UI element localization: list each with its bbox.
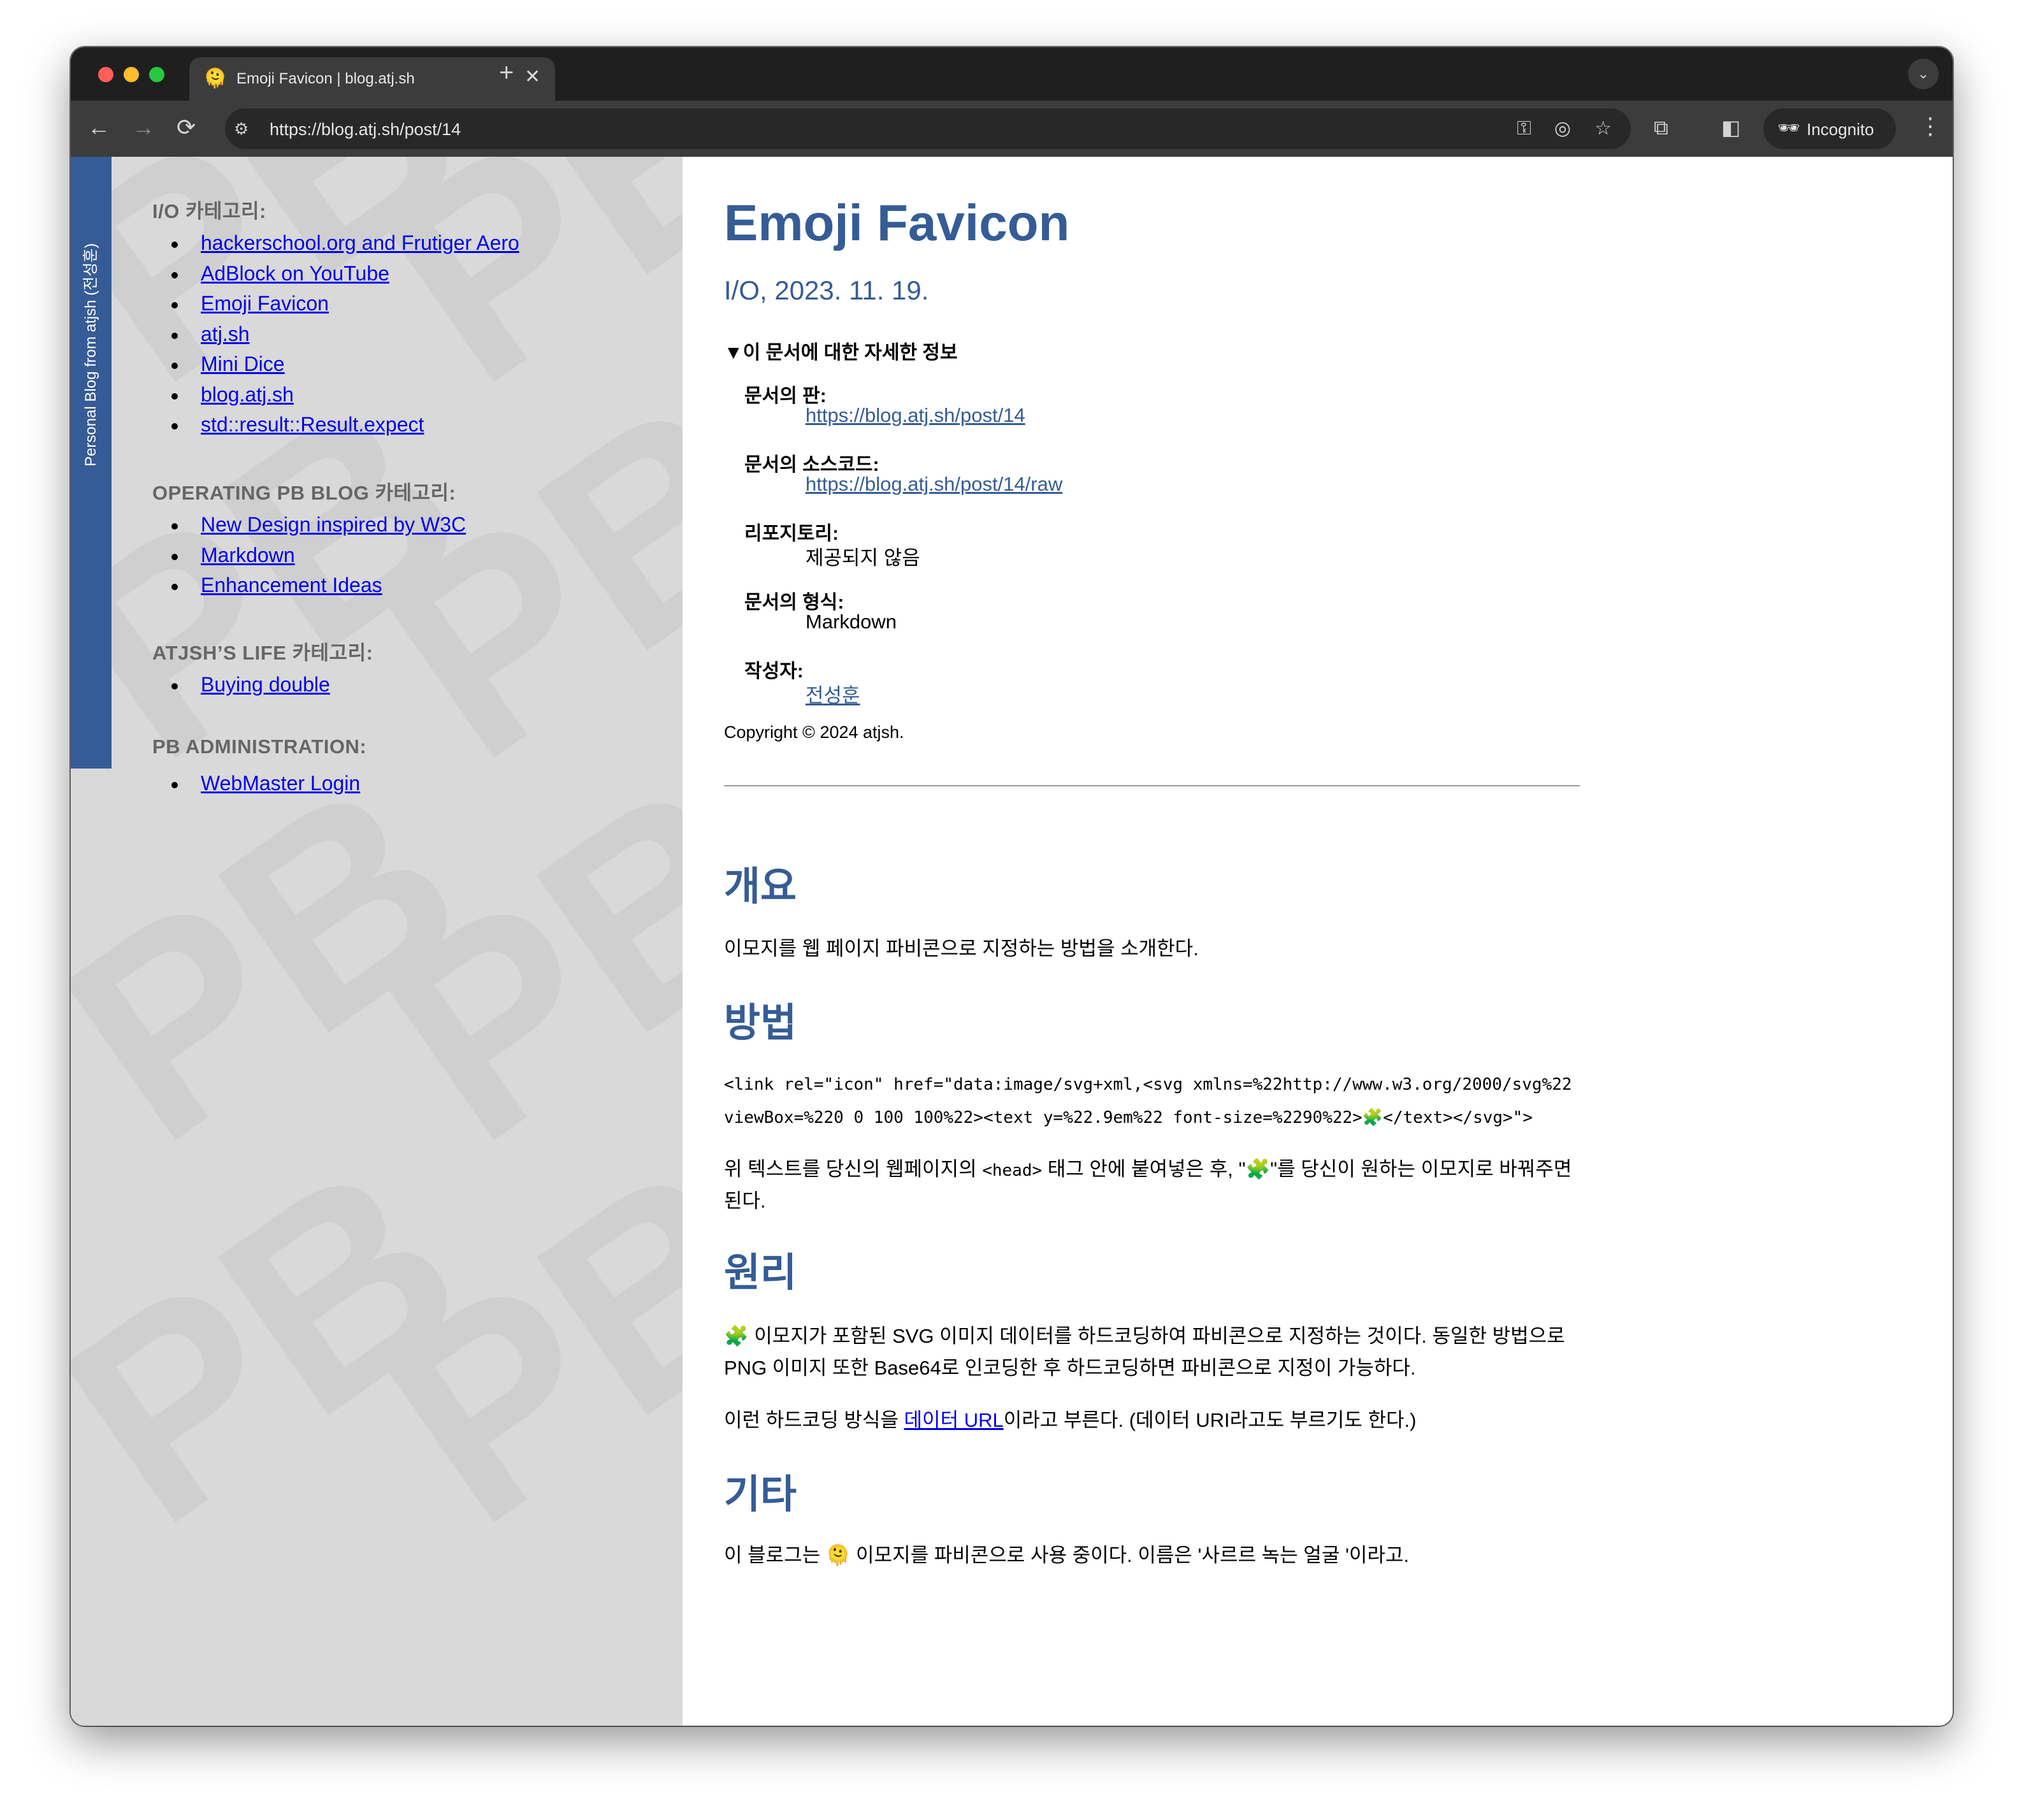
principle-text: 🧩 이모지가 포함된 SVG 이미지 데이터를 하드코딩하여 파비콘으로 지정하… xyxy=(724,1325,1565,1347)
ribbon-text: Personal Blog from atjsh (전성훈) xyxy=(82,243,99,466)
new-tab-icon[interactable]: + xyxy=(499,60,514,85)
divider xyxy=(724,785,1580,786)
list-item: Enhancement Ideas xyxy=(152,570,466,601)
list-item: WebMaster Login xyxy=(152,769,360,799)
category-link[interactable]: AdBlock on YouTube xyxy=(201,262,389,285)
extensions-icon[interactable]: ⧉ xyxy=(1654,115,1668,140)
close-tab-icon[interactable]: ✕ xyxy=(524,68,540,87)
list-item: Emoji Favicon xyxy=(152,289,519,319)
detail-label: 작성자: xyxy=(744,661,804,682)
back-icon[interactable]: ← xyxy=(87,115,110,140)
category-list-operating: New Design inspired by W3C Markdown Enha… xyxy=(152,510,466,601)
category-link[interactable]: atj.sh xyxy=(201,322,249,345)
data-url-link[interactable]: 데이터 URL xyxy=(904,1409,1004,1431)
inline-code: <head> xyxy=(982,1161,1043,1180)
overview-text: 이모지를 웹 페이지 파비콘으로 지정하는 방법을 소개한다. xyxy=(724,937,1199,960)
browser-window: 🫠 Emoji Favicon | blog.atj.sh ✕ + ⌄ ← → … xyxy=(71,47,1953,1726)
minimize-window-button[interactable] xyxy=(124,67,139,82)
webmaster-login-link[interactable]: WebMaster Login xyxy=(201,772,360,795)
section-heading-overview: 개요 xyxy=(724,865,797,909)
password-key-icon[interactable]: ⚿ xyxy=(1517,117,1531,140)
detail-value: https://blog.atj.sh/post/14 xyxy=(806,404,1025,427)
method-text: 위 텍스트를 당신의 웹페이지의 <head> 태그 안에 붙여넣은 후, "🧩… xyxy=(724,1153,1572,1187)
detail-value: https://blog.atj.sh/post/14/raw xyxy=(806,473,1062,496)
url-text[interactable]: https://blog.atj.sh/post/14 xyxy=(270,120,461,140)
blog-ribbon: Personal Blog from atjsh (전성훈) xyxy=(71,157,112,769)
category-list-io: hackerschool.org and Frutiger Aero AdBlo… xyxy=(152,228,519,440)
category-heading-life: ATJSH’S LIFE 카테고리: xyxy=(152,642,373,664)
principle-text: 이런 하드코딩 방식을 데이터 URL이라고 부른다. (데이터 URI라고도 … xyxy=(724,1405,1416,1436)
list-item: hackerschool.org and Frutiger Aero xyxy=(152,228,519,259)
address-bar[interactable]: ⚙ https://blog.atj.sh/post/14 ⚿ ◎ ☆ xyxy=(225,108,1631,149)
maximize-window-button[interactable] xyxy=(149,67,164,82)
list-item: blog.atj.sh xyxy=(152,380,519,410)
details-toggle[interactable]: ▼이 문서에 대한 자세한 정보 xyxy=(724,336,958,365)
post-meta: I/O, 2023. 11. 19. xyxy=(724,275,929,305)
category-link[interactable]: Markdown xyxy=(201,544,295,567)
method-text: 된다. xyxy=(724,1190,766,1212)
category-heading-operating: OPERATING PB BLOG 카테고리: xyxy=(152,482,456,504)
code-line: <link rel="icon" href="data:image/svg+xm… xyxy=(724,1075,1572,1094)
code-line: viewBox=%220 0 100 100%22><text y=%22.9e… xyxy=(724,1108,1533,1127)
section-heading-etc: 기타 xyxy=(724,1473,797,1517)
category-heading-io: I/O 카테고리: xyxy=(152,200,266,222)
method-text-part: 위 텍스트를 당신의 웹페이지의 xyxy=(724,1158,983,1180)
more-menu-icon[interactable]: ⋮ xyxy=(1919,113,1942,139)
category-link[interactable]: hackerschool.org and Frutiger Aero xyxy=(201,231,519,254)
page-title: Emoji Favicon xyxy=(724,194,1070,251)
principle-text: PNG 이미지 또한 Base64로 인코딩한 후 하드코딩하면 파비콘으로 지… xyxy=(724,1357,1416,1379)
bookmark-star-icon[interactable]: ☆ xyxy=(1594,117,1612,140)
sidebar: PB PB PB PB PB PB PB PB Personal Blog fr… xyxy=(71,157,683,1726)
incognito-button[interactable]: 🕶 Incognito xyxy=(1763,108,1896,149)
source-link[interactable]: https://blog.atj.sh/post/14/raw xyxy=(806,473,1062,495)
detail-value: 제공되지 않음 xyxy=(806,547,920,569)
list-item: atj.sh xyxy=(152,319,519,350)
reload-icon[interactable]: ⟳ xyxy=(177,115,196,140)
category-link[interactable]: New Design inspired by W3C xyxy=(201,513,466,536)
toolbar: ← → ⟳ ⚙ https://blog.atj.sh/post/14 ⚿ ◎ … xyxy=(71,101,1953,157)
forward-icon[interactable]: → xyxy=(132,115,155,140)
copyright: Copyright © 2024 atjsh. xyxy=(724,723,904,742)
category-list-life: Buying double xyxy=(152,670,330,700)
list-item: Markdown xyxy=(152,540,466,571)
favicon-icon: 🫠 xyxy=(203,68,228,89)
incognito-icon: 🕶 xyxy=(1777,118,1800,138)
category-link[interactable]: Enhancement Ideas xyxy=(201,574,382,596)
category-link[interactable]: Mini Dice xyxy=(201,352,285,375)
tab-title: Emoji Favicon | blog.atj.sh xyxy=(236,70,415,87)
list-item: AdBlock on YouTube xyxy=(152,259,519,289)
principle-text-part: 이런 하드코딩 방식을 xyxy=(724,1409,904,1431)
list-item: std::result::Result.expect xyxy=(152,410,519,440)
article: Emoji Favicon I/O, 2023. 11. 19. ▼이 문서에 … xyxy=(724,157,1584,1726)
close-window-button[interactable] xyxy=(98,67,113,82)
section-heading-principle: 원리 xyxy=(724,1251,797,1295)
category-list-admin: WebMaster Login xyxy=(152,769,360,799)
tracking-eye-icon[interactable]: ◎ xyxy=(1554,117,1571,140)
section-heading-method: 방법 xyxy=(724,1001,797,1045)
category-link[interactable]: blog.atj.sh xyxy=(201,383,294,406)
revision-link[interactable]: https://blog.atj.sh/post/14 xyxy=(806,404,1025,426)
category-link[interactable]: Emoji Favicon xyxy=(201,292,329,315)
side-panel-icon[interactable]: ◧ xyxy=(1721,115,1740,140)
etc-text: 이 블로그는 🫠 이모지를 파비콘으로 사용 중이다. 이름은 '사르르 녹는 … xyxy=(724,1544,1410,1566)
category-link[interactable]: std::result::Result.expect xyxy=(201,413,424,436)
site-info-icon[interactable]: ⚙ xyxy=(234,119,249,139)
method-text-part: 태그 안에 붙여넣은 후, "🧩"를 당신이 원하는 이모지로 바꿔주면 xyxy=(1042,1158,1572,1180)
detail-value: 전성훈 xyxy=(806,679,860,708)
list-item: Mini Dice xyxy=(152,349,519,380)
tab-search-icon[interactable]: ⌄ xyxy=(1908,59,1939,89)
list-item: Buying double xyxy=(152,670,330,700)
category-heading-admin: PB ADMINISTRATION: xyxy=(152,735,367,758)
principle-text-part: 이라고 부른다. (데이터 URI라고도 부르기도 한다.) xyxy=(1003,1409,1417,1431)
author-link[interactable]: 전성훈 xyxy=(806,684,860,707)
detail-value: Markdown xyxy=(806,610,897,633)
list-item: New Design inspired by W3C xyxy=(152,510,466,540)
page-content: PB PB PB PB PB PB PB PB Personal Blog fr… xyxy=(71,157,1953,1726)
incognito-label: Incognito xyxy=(1807,120,1874,139)
category-link[interactable]: Buying double xyxy=(201,673,330,696)
tab-strip: 🫠 Emoji Favicon | blog.atj.sh ✕ + ⌄ xyxy=(71,47,1953,101)
